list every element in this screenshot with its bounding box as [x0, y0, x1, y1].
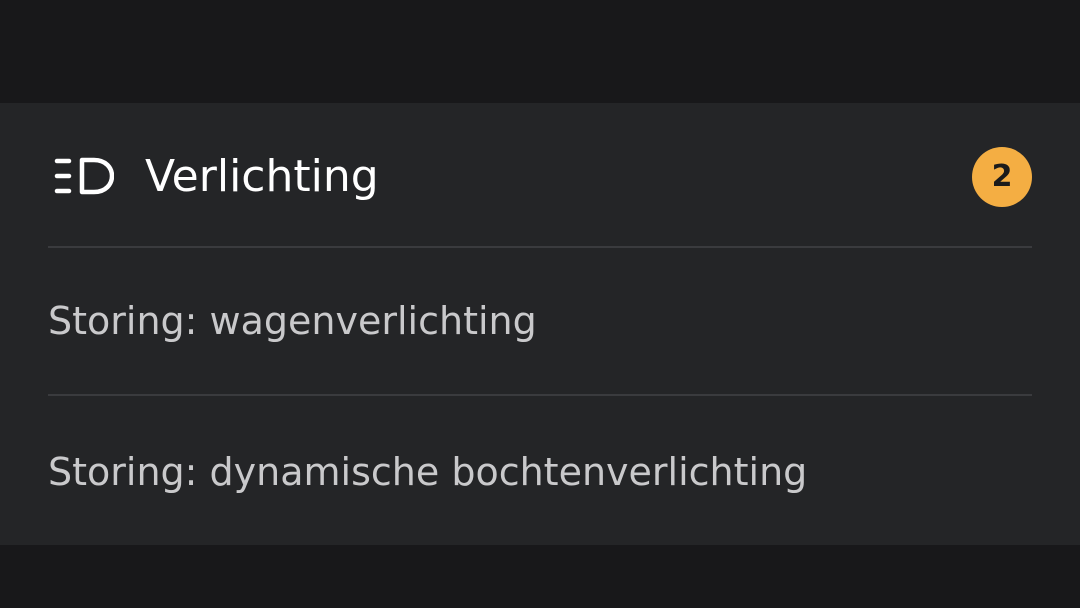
list-item-label: Storing: dynamische bochtenverlichting: [48, 450, 808, 494]
list-item-label: Storing: wagenverlichting: [48, 299, 537, 343]
page: Verlichting 2 Storing: wagenverlichting …: [0, 0, 1080, 608]
count-badge: 2: [972, 147, 1032, 207]
list-item[interactable]: Storing: wagenverlichting: [48, 248, 1032, 396]
section-title: Verlichting: [145, 151, 379, 202]
section-card-verlichting: Verlichting 2 Storing: wagenverlichting …: [0, 103, 1080, 545]
section-header[interactable]: Verlichting 2: [48, 103, 1032, 248]
previous-section-clipped: [0, 0, 1080, 103]
list-item[interactable]: Storing: dynamische bochtenverlichting: [48, 398, 1032, 546]
headlight-icon: [54, 157, 114, 195]
